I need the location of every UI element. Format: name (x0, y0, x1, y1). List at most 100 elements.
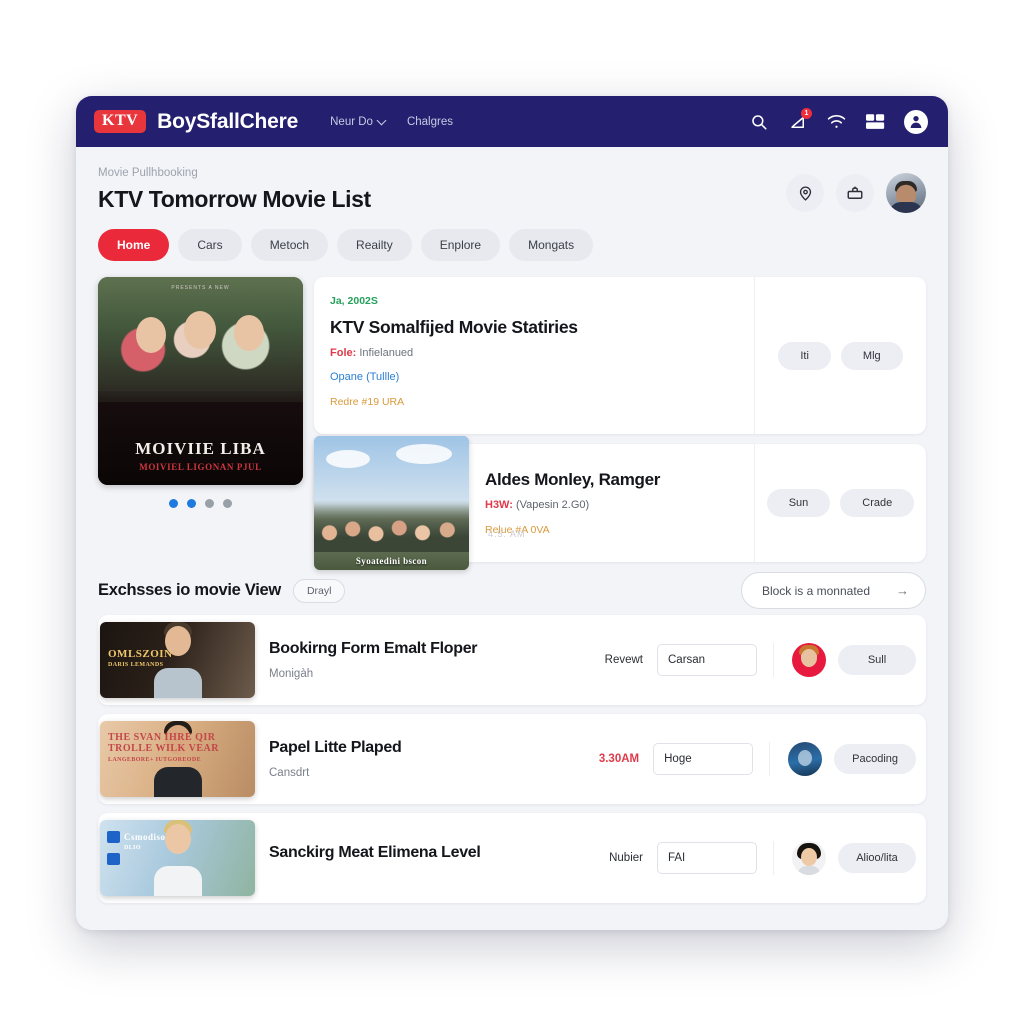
row-thumb-sub: DLIO (124, 844, 141, 851)
thumb-person-torso (153, 668, 202, 698)
poster-subtitle: MOIVIEL LIGONAN PJUL (139, 461, 262, 472)
carousel-dots (98, 499, 303, 508)
search-icon[interactable] (748, 111, 769, 132)
hero-link[interactable]: Opane (Tullle) (330, 371, 738, 383)
row-input[interactable]: Carsan (657, 644, 757, 676)
table-row[interactable]: THE SVAN IHRE QIR TROLLE WILK VEAR LANGE… (98, 714, 926, 804)
carousel-dot-1[interactable] (169, 499, 178, 508)
grid-apps-icon[interactable] (865, 111, 886, 132)
row-right-group: Sull (773, 643, 916, 677)
row-action-button[interactable]: Pacoding (834, 744, 916, 774)
crowd-shape (314, 504, 469, 552)
row-time: Revewt (604, 654, 643, 666)
brand[interactable]: KTV BoySfallChere (94, 110, 298, 134)
avatar-body (798, 866, 820, 875)
row-main: Papel Litte Plaped Cansdrt (269, 739, 569, 779)
nav-link-label: Chalgres (406, 115, 453, 128)
carousel-dot-3[interactable] (205, 499, 214, 508)
hero-meta: Fole: Infielanued (330, 347, 738, 359)
hero-date: Ja, 2002S (330, 295, 378, 307)
briefcase-upload-icon[interactable] (836, 174, 874, 212)
faint-timestamp: 4.5: AM (488, 529, 526, 539)
tab-metoch[interactable]: Metoch (250, 229, 329, 261)
avatar-face (801, 848, 817, 866)
row-right-group: Alioo/lita (773, 841, 916, 875)
notification-bell-icon[interactable]: 1 (787, 108, 812, 132)
page-header: Movie Pullhbooking KTV Tomorrow Movie Li… (98, 167, 926, 213)
hero-button-iti[interactable]: Iti (778, 341, 831, 370)
secondary-button-sun[interactable]: Sun (766, 489, 831, 517)
row-avatar[interactable] (788, 742, 823, 776)
section-header: Exchsses io movie View Drayl Block is a … (98, 572, 926, 609)
secondary-title: Aldes Monley, Ramger (485, 470, 661, 489)
movie-poster[interactable]: PRESENTS A NEW MOIVIIE LIBA MOIVIEL LIGO… (98, 277, 303, 485)
row-thumb-title: Csmodiso (124, 832, 166, 843)
nav-link-neur-do[interactable]: Neur Do (330, 116, 387, 128)
section-chip[interactable]: Drayl (292, 578, 346, 603)
row-subtitle: Cansdrt (269, 767, 310, 779)
nav-link-label: Neur Do (330, 115, 373, 128)
table-row[interactable]: OMLSZOIN DARIS LEMANDS Bookirng Form Ema… (98, 615, 926, 705)
hero-card: Ja, 2002S KTV Somalfijed Movie Statiries… (314, 277, 926, 434)
tab-mongats[interactable]: Mongats (509, 229, 594, 261)
secondary-card-text: Aldes Monley, Ramger H3W: (Vapesin 2.G0)… (469, 444, 754, 562)
tab-cars[interactable]: Cars (178, 229, 242, 261)
avatar-body (889, 202, 923, 213)
row-title: Papel Litte Plaped (269, 739, 402, 756)
movie-list: OMLSZOIN DARIS LEMANDS Bookirng Form Ema… (98, 615, 926, 903)
page-header-text: Movie Pullhbooking KTV Tomorrow Movie Li… (98, 167, 371, 213)
secondary-movie-card: Syoatedini bscon Aldes Monley, Ramger H3… (314, 436, 926, 570)
hero-button-mlg[interactable]: Mlg (840, 341, 903, 370)
tab-home[interactable]: Home (98, 229, 170, 261)
hero-meta-value: Infielanued (359, 347, 414, 359)
secondary-thumbnail[interactable]: Syoatedini bscon (314, 436, 469, 570)
thumb-person-head (164, 824, 191, 854)
secondary-button-crade[interactable]: Crade (840, 489, 915, 517)
row-thumb-sub: DARIS LEMANDS (108, 662, 164, 669)
tab-enplore[interactable]: Enplore (420, 229, 501, 261)
section-cta-button[interactable]: Block is a monnated → (740, 572, 926, 609)
secondary-meta-value: (Vapesin 2.G0) (515, 499, 590, 511)
row-thumbnail[interactable]: OMLSZOIN DARIS LEMANDS (100, 622, 255, 698)
row-main: Sanckirg Meat Elimena Level (269, 844, 573, 872)
wifi-icon[interactable] (826, 111, 847, 132)
row-thumb-label: THE SVAN IHRE QIR TROLLE WILK VEAR LANGE… (108, 732, 255, 764)
header-actions (786, 167, 926, 213)
row-thumb-title: OMLSZOIN (108, 647, 173, 660)
row-thumb-title: THE SVAN IHRE QIR TROLLE WILK VEAR (108, 731, 219, 755)
breadcrumb: Movie Pullhbooking (98, 167, 198, 179)
hero-actions: Iti Mlg (754, 277, 926, 434)
row-thumb-sub: LANGEBORE+ IUTGOREODE (108, 756, 202, 763)
chevron-down-icon (378, 117, 387, 126)
main-content: Movie Pullhbooking KTV Tomorrow Movie Li… (76, 147, 948, 930)
row-right-group: Pacoding (769, 742, 916, 776)
hero-section: PRESENTS A NEW MOIVIIE LIBA MOIVIEL LIGO… (98, 277, 926, 570)
avatar[interactable] (886, 173, 926, 213)
secondary-actions: Sun Crade (754, 444, 926, 562)
nav-link-chalgres[interactable]: Chalgres (407, 116, 453, 128)
row-action-button[interactable]: Alioo/lita (838, 843, 916, 873)
row-input[interactable]: FAI (657, 842, 757, 874)
row-action-button[interactable]: Sull (838, 645, 916, 675)
row-thumbnail[interactable]: Csmodiso DLIO (100, 820, 255, 896)
row-avatar[interactable] (792, 643, 826, 677)
thumb-tag-1 (107, 830, 120, 843)
avatar-face (801, 649, 817, 667)
section-title: Exchsses io movie View (98, 581, 281, 599)
thumb-title: Syoatedini bscon (355, 556, 428, 566)
row-time: Nubier (609, 852, 643, 864)
poster-person-1 (136, 317, 166, 353)
user-account-icon[interactable] (904, 109, 928, 134)
table-row[interactable]: Csmodiso DLIO Sanckirg Meat Elimena Leve… (98, 813, 926, 903)
row-input[interactable]: Hoge (653, 743, 754, 775)
tab-reailty[interactable]: Reailty (337, 229, 412, 261)
row-thumbnail[interactable]: THE SVAN IHRE QIR TROLLE WILK VEAR LANGE… (100, 721, 255, 797)
avatar-face (798, 750, 813, 766)
hero-title: KTV Somalfijed Movie Statiries (330, 317, 578, 337)
row-title: Bookirng Form Emalt Floper (269, 640, 478, 657)
carousel-dot-4[interactable] (223, 499, 232, 508)
carousel-dot-2[interactable] (187, 499, 196, 508)
row-avatar[interactable] (792, 841, 826, 875)
category-tabs: Home Cars Metoch Reailty Enplore Mongats (98, 229, 926, 261)
location-pin-icon[interactable] (786, 174, 824, 212)
